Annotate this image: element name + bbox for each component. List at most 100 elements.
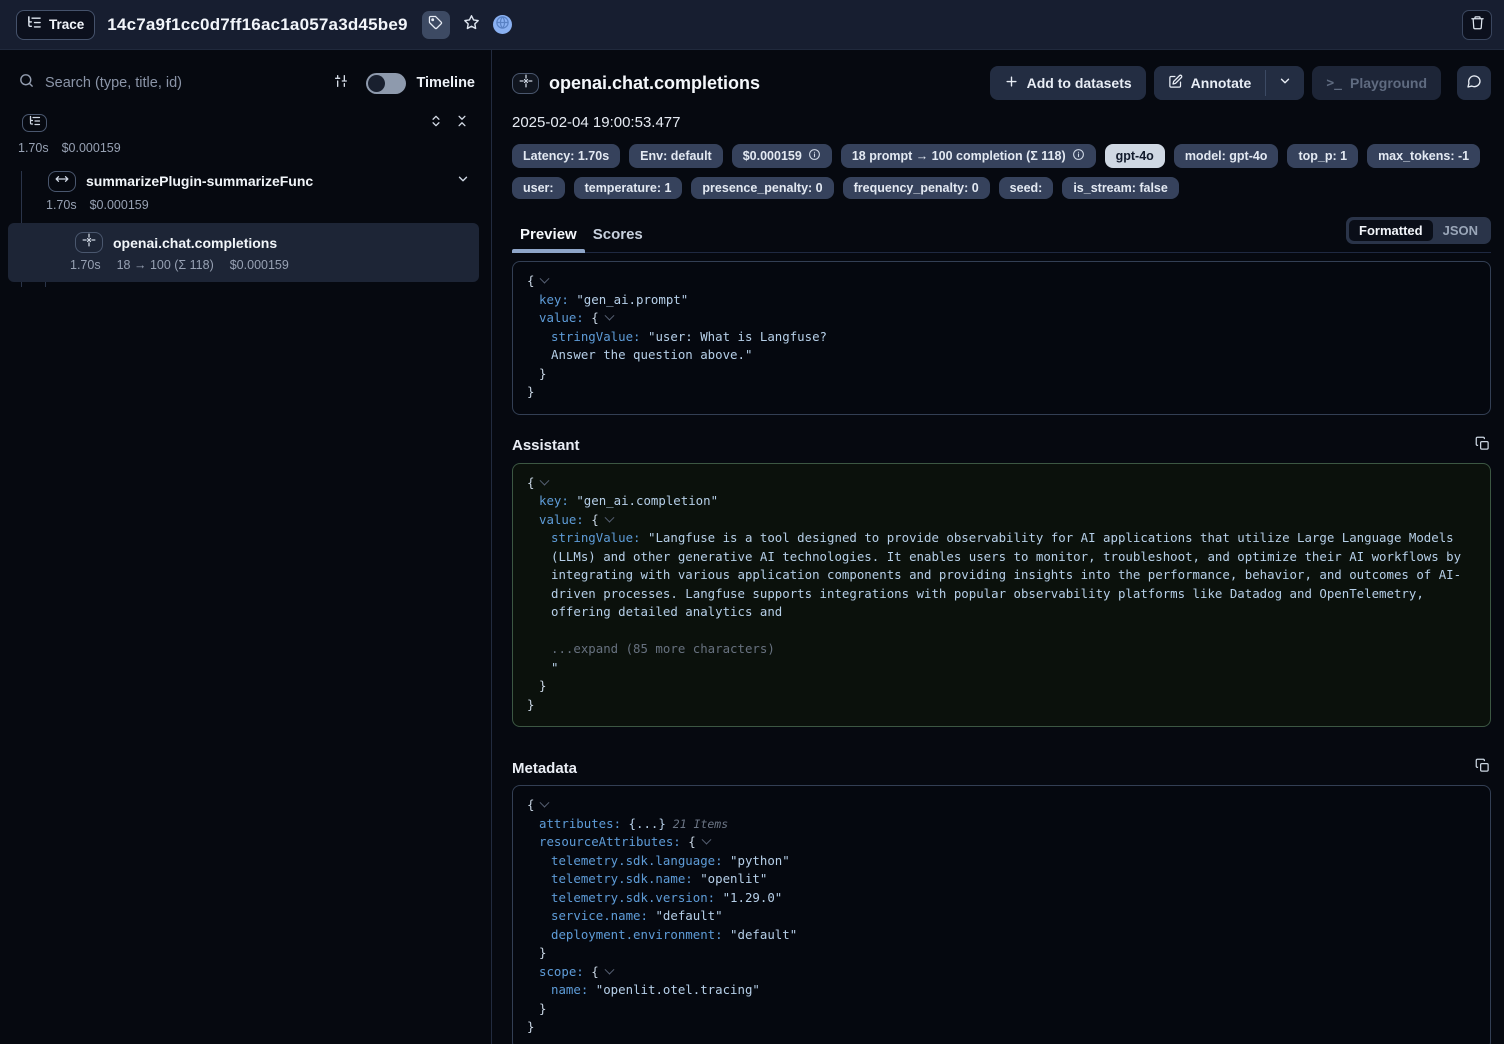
expand-all-button[interactable] [427, 114, 445, 132]
code-token: { [527, 475, 534, 490]
code-token: { [591, 310, 598, 325]
tabs-bar: Preview Scores Formatted JSON [512, 217, 1491, 253]
trace-root-chip[interactable] [22, 114, 47, 132]
generation-type-chip [512, 73, 539, 94]
assistant-code-block: {key: "gen_ai.completion"value: {stringV… [512, 463, 1491, 728]
collapse-chevron-icon[interactable] [701, 835, 711, 845]
trace-id: 14c7a9f1cc0d7ff16ac1a057a3d45be9 [107, 15, 407, 35]
code-token: { [591, 964, 598, 979]
code-token: "default" [730, 927, 797, 942]
collapse-chevron-icon[interactable] [540, 274, 550, 284]
code-token: key: [539, 493, 576, 508]
trace-cost: $0.000159 [62, 141, 121, 155]
copy-metadata-button[interactable] [1473, 759, 1491, 777]
tab-preview[interactable]: Preview [512, 222, 585, 252]
json-option[interactable]: JSON [1433, 220, 1488, 241]
generation-type-chip [75, 232, 103, 253]
presence-penalty-badge: presence_penalty: 0 [691, 177, 833, 199]
trash-icon [1470, 15, 1485, 35]
collapse-chevron-icon[interactable] [604, 964, 614, 974]
code-token: deployment.environment: [551, 927, 730, 942]
chevrons-up-down-icon [429, 114, 443, 133]
cost-badge[interactable]: $0.000159 [732, 144, 832, 168]
code-token: "1.29.0" [723, 890, 783, 905]
collapse-all-button[interactable] [453, 114, 471, 132]
timeline-toggle[interactable] [366, 73, 406, 94]
code-token: } [527, 697, 534, 712]
is-stream-badge: is_stream: false [1062, 177, 1179, 199]
code-token: "python" [730, 853, 790, 868]
span-cost: $0.000159 [90, 198, 149, 212]
collapse-chevron-icon[interactable] [540, 475, 550, 485]
tree-item-generation-selected[interactable]: openai.chat.completions 1.70s 18 → 100 (… [8, 223, 479, 282]
code-token: "openlit" [700, 871, 767, 886]
code-token: key: [539, 292, 576, 307]
trace-latency: 1.70s [18, 141, 49, 155]
tag-button[interactable] [422, 11, 450, 39]
plus-icon [1004, 74, 1019, 92]
playground-button[interactable]: >_ Playground [1312, 66, 1441, 100]
public-globe-button[interactable] [493, 15, 512, 34]
trace-sidebar: Timeline 1.70s $0.000159 [0, 50, 492, 1044]
expand-text-link[interactable]: ...expand (85 more characters) [551, 641, 775, 656]
code-token: { [688, 834, 695, 849]
tree-item-span[interactable]: summarizePlugin-summarizeFunc 1.70s $0.0… [0, 169, 491, 212]
top-bar: Trace 14c7a9f1cc0d7ff16ac1a057a3d45be9 [0, 0, 1504, 50]
model-badge[interactable]: gpt-4o [1105, 144, 1165, 168]
chevron-down-icon [1278, 74, 1292, 93]
metadata-section-title: Metadata [512, 760, 1473, 777]
temperature-badge: temperature: 1 [574, 177, 683, 199]
badge-row-2: user: temperature: 1 presence_penalty: 0… [512, 177, 1491, 199]
code-token: telemetry.sdk.language: [551, 853, 730, 868]
code-token: name: [551, 982, 596, 997]
chevrons-down-up-icon [455, 114, 469, 133]
code-token: "Langfuse is a tool designed to provide … [551, 530, 1469, 619]
collapse-children-button[interactable] [455, 173, 471, 189]
code-token: scope: [539, 964, 591, 979]
code-token: } [527, 1019, 534, 1034]
code-token: { [591, 512, 598, 527]
star-button[interactable] [460, 13, 484, 37]
span-latency: 1.70s [46, 198, 77, 212]
info-icon [808, 148, 821, 164]
code-token: {...} [629, 816, 666, 831]
observation-detail-panel: openai.chat.completions Add to datasets … [492, 50, 1504, 1044]
sliders-icon [333, 73, 349, 94]
tab-scores[interactable]: Scores [585, 222, 651, 252]
prompt-code-block: {key: "gen_ai.prompt"value: {stringValue… [512, 261, 1491, 415]
span-type-chip [48, 171, 76, 192]
add-to-datasets-label: Add to datasets [1027, 75, 1132, 91]
collapse-chevron-icon[interactable] [604, 512, 614, 522]
code-token: { [527, 797, 534, 812]
code-token: value: [539, 310, 591, 325]
env-badge: Env: default [629, 144, 723, 168]
collapse-chevron-icon[interactable] [604, 311, 614, 321]
copy-icon [1475, 758, 1490, 778]
annotate-dropdown-button[interactable] [1266, 66, 1304, 100]
search-input[interactable] [45, 75, 330, 91]
add-to-datasets-button[interactable]: Add to datasets [990, 66, 1146, 100]
annotate-button[interactable]: Annotate [1154, 66, 1266, 100]
token-usage-badge[interactable]: 18 prompt → 100 completion (Σ 118) [841, 144, 1096, 168]
star-icon [463, 14, 480, 36]
trace-metrics: 1.70s $0.000159 [0, 141, 491, 155]
code-token: telemetry.sdk.version: [551, 890, 723, 905]
chevron-down-icon [456, 172, 470, 191]
model-param-badge: model: gpt-4o [1174, 144, 1279, 168]
terminal-icon: >_ [1326, 76, 1342, 91]
collapse-chevron-icon[interactable] [540, 798, 550, 808]
observation-timestamp: 2025-02-04 19:00:53.477 [512, 114, 1491, 131]
timeline-label: Timeline [416, 75, 475, 91]
code-token: telemetry.sdk.name: [551, 871, 700, 886]
search-row: Timeline [0, 66, 491, 100]
list-tree-icon [27, 15, 42, 35]
formatted-option[interactable]: Formatted [1349, 220, 1433, 241]
globe-icon [495, 15, 510, 35]
view-settings-button[interactable] [330, 72, 352, 94]
copy-assistant-button[interactable] [1473, 437, 1491, 455]
latency-badge: Latency: 1.70s [512, 144, 620, 168]
list-tree-icon [29, 114, 41, 132]
delete-trace-button[interactable] [1462, 10, 1492, 40]
generation-icon [82, 233, 96, 252]
comments-button[interactable] [1457, 66, 1491, 100]
